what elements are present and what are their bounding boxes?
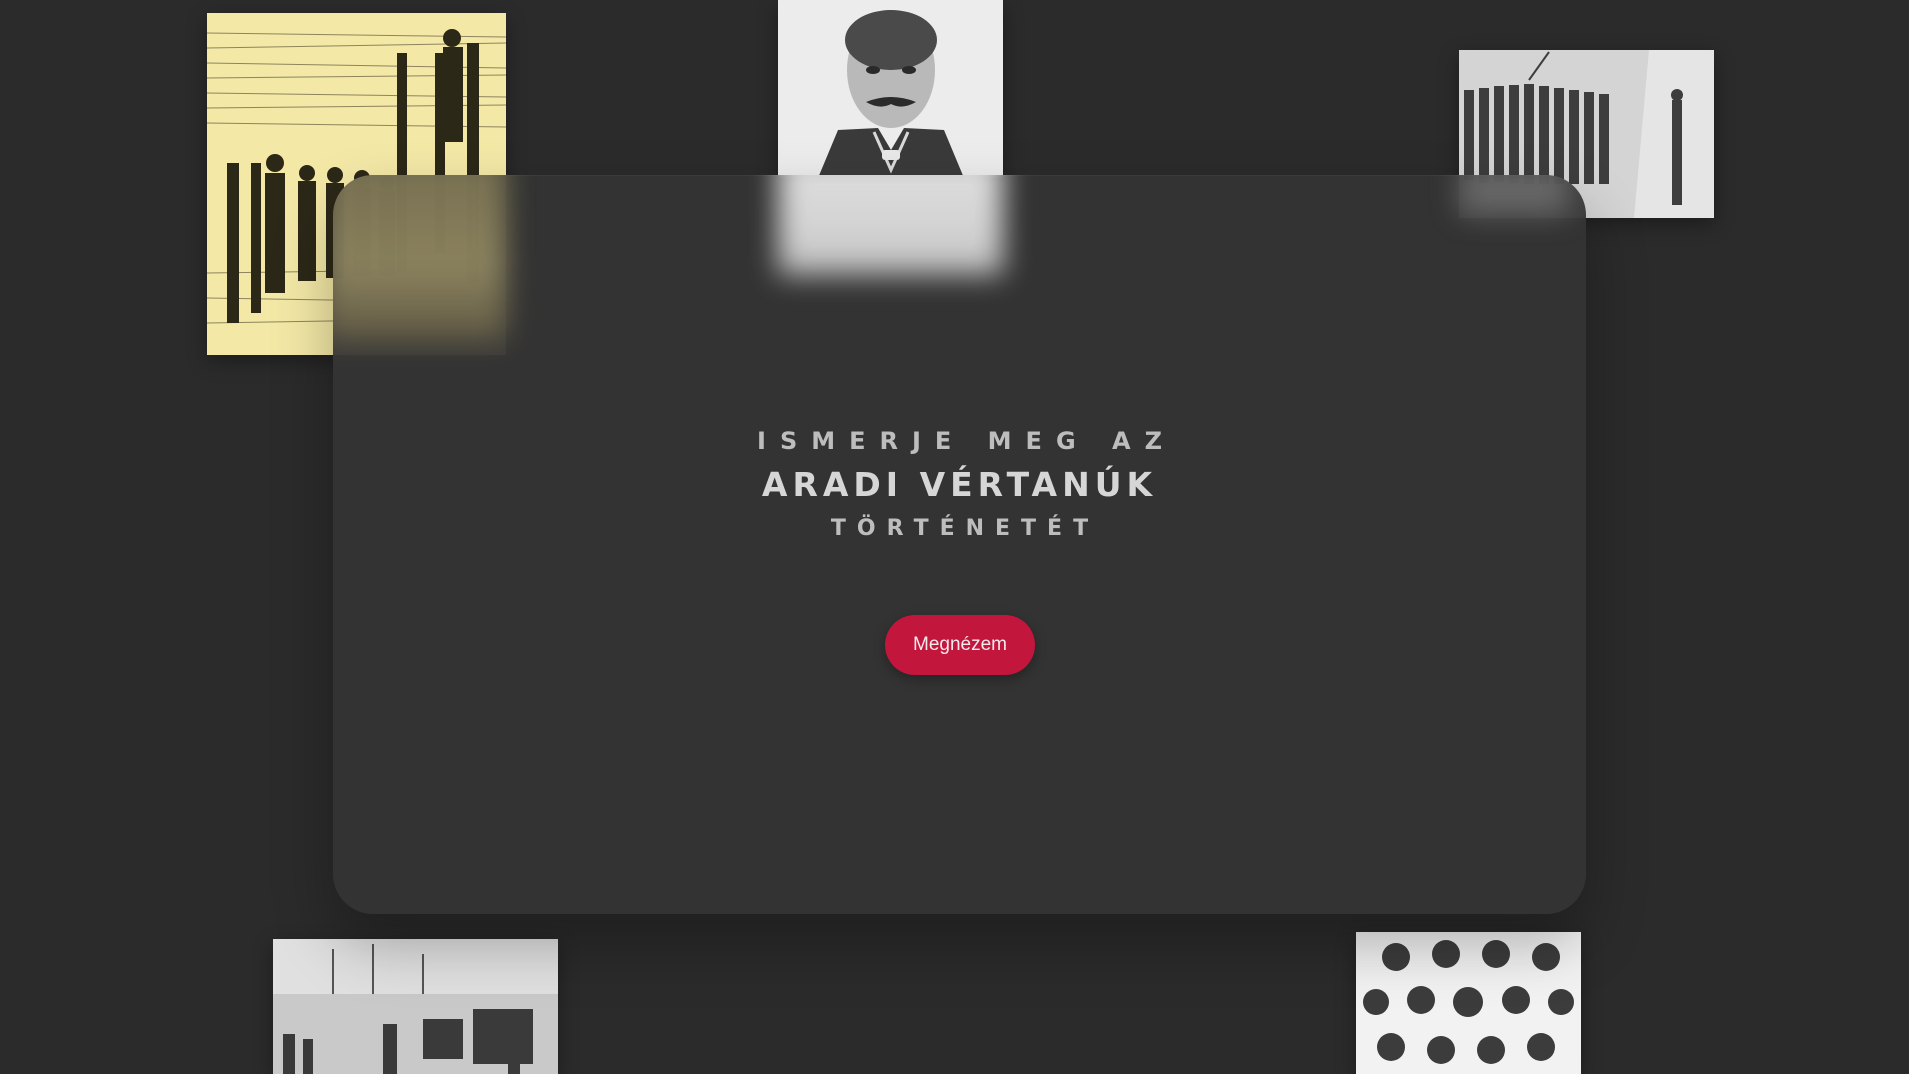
- hero-heading: ISMERJE MEG AZ ARADI VÉRTANÚK TÖRTÉNETÉT: [333, 427, 1586, 541]
- hero-line-title: ARADI VÉRTANÚK: [761, 465, 1158, 504]
- blurred-image-bleed: [778, 175, 1003, 275]
- execution-crowd-image: [273, 939, 558, 1074]
- page: ISMERJE MEG AZ ARADI VÉRTANÚK TÖRTÉNETÉT…: [0, 0, 1909, 1074]
- hero-line-outro: TÖRTÉNETÉT: [830, 516, 1100, 541]
- martyrs-group-portrait-image: [1356, 932, 1581, 1074]
- hero-line-intro: ISMERJE MEG AZ: [757, 427, 1176, 455]
- hero-card: ISMERJE MEG AZ ARADI VÉRTANÚK TÖRTÉNETÉT…: [333, 175, 1586, 914]
- blurred-image-bleed: [333, 175, 506, 340]
- blurred-image-bleed: [1459, 175, 1569, 215]
- officer-portrait-image: [778, 0, 1003, 178]
- watch-button[interactable]: Megnézem: [885, 615, 1035, 675]
